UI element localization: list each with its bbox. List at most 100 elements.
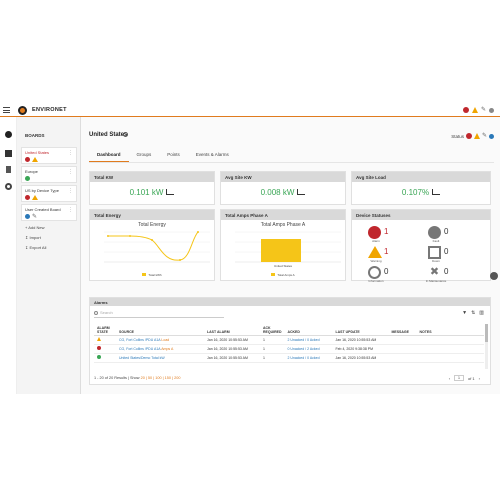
alarm-icon xyxy=(25,195,30,200)
sort-icon[interactable]: ⇅ xyxy=(471,310,475,316)
source-tag: Amps A xyxy=(161,346,174,351)
board-europe[interactable]: Europe ⋮ xyxy=(21,166,77,183)
page-size-options[interactable]: 20 | 50 | 100 | 150 | 200 xyxy=(141,376,181,380)
kpi-value-text: 0.008 kW xyxy=(260,188,295,197)
columns-icon[interactable]: ▥ xyxy=(479,310,484,316)
col-alarm-state[interactable]: ALARM STATE xyxy=(94,322,116,336)
more-icon[interactable]: ⋮ xyxy=(68,151,73,156)
more-icon[interactable]: ⋮ xyxy=(68,189,73,194)
fault-icon xyxy=(428,226,441,239)
settings-nav-icon[interactable] xyxy=(5,183,12,190)
ack-required-cell: 1 xyxy=(260,344,285,354)
next-page-icon[interactable]: › xyxy=(479,376,480,381)
notes-cell xyxy=(416,353,484,363)
col-acked[interactable]: ACKED xyxy=(284,322,333,336)
alarms-search-input[interactable]: Search xyxy=(94,310,224,318)
table-row[interactable]: United States/Demo Total kW Jan 16, 2020… xyxy=(94,353,484,363)
trend-icon xyxy=(166,189,175,195)
col-ack-required[interactable]: ACK REQUIRED xyxy=(260,322,285,336)
status-count: 0 xyxy=(444,227,449,236)
alarms-toolbar: ▼ ⇅ ▥ xyxy=(462,310,484,316)
message-cell xyxy=(388,353,417,363)
alarm-icon[interactable] xyxy=(462,107,469,113)
board-label: Europe xyxy=(25,169,38,174)
status-label: Information xyxy=(368,279,384,283)
boards-title: BOARDS xyxy=(25,133,45,138)
board-user-created[interactable]: User Created Board ⋮ ✎ xyxy=(21,204,77,221)
energy-line-chart xyxy=(104,231,210,263)
more-icon[interactable]: ⋮ xyxy=(68,208,73,213)
warning-icon[interactable] xyxy=(471,107,478,113)
ack-required-cell: 1 xyxy=(260,353,285,363)
info-icon[interactable] xyxy=(123,132,128,137)
message-cell xyxy=(388,344,417,354)
tools-icon[interactable]: ✎ xyxy=(481,107,486,113)
page-title: United States xyxy=(89,132,128,138)
col-notes[interactable]: NOTES xyxy=(416,322,484,336)
total-energy-card: Total Energy Total Energy Total kWh xyxy=(89,209,215,281)
card-header: Avg Site Load xyxy=(352,172,490,182)
col-source[interactable]: SOURCE xyxy=(116,322,204,336)
card-header: Total Amps Phase A xyxy=(221,210,345,220)
board-label: United States xyxy=(25,150,50,155)
import-button[interactable]: ↥ Import xyxy=(25,235,41,240)
legend-label: Total kWh xyxy=(148,273,162,277)
ok-icon xyxy=(25,176,30,181)
alarms-table: ALARM STATE SOURCE LAST ALARM ACK REQUIR… xyxy=(94,322,484,363)
last-alarm-cell: Jan 16, 2020 10:55:53 AM xyxy=(204,335,260,345)
add-new-button[interactable]: + Add New xyxy=(25,225,44,230)
message-cell xyxy=(388,335,417,345)
source-link[interactable]: CG, Fort Collins /PDU A1A xyxy=(119,338,160,342)
acked-cell[interactable]: 2 Unacked / 0 Acked xyxy=(284,353,333,363)
user-icon[interactable] xyxy=(489,107,494,113)
prev-page-icon[interactable]: ‹ xyxy=(449,376,450,381)
alarm-icon xyxy=(368,226,381,239)
link-icon xyxy=(25,214,30,219)
card-header: Total Energy xyxy=(90,210,214,220)
nav-rail xyxy=(0,117,17,394)
status-indicator: Status ✎ xyxy=(451,133,494,139)
kpi-value: 0.107% xyxy=(352,188,490,197)
devices-nav-icon[interactable] xyxy=(6,166,11,173)
filter-icon[interactable]: ▼ xyxy=(462,310,467,316)
col-last-update[interactable]: LAST UPDATE xyxy=(332,322,389,336)
col-last-alarm[interactable]: LAST ALARM xyxy=(204,322,260,336)
board-united-states[interactable]: United States ⋮ xyxy=(21,147,77,164)
reports-nav-icon[interactable] xyxy=(5,150,12,157)
card-header: Total KW xyxy=(90,172,214,182)
ok-icon xyxy=(97,355,101,359)
last-update-cell: Feb 4, 2020 9:38:38 PM xyxy=(332,344,389,354)
search-placeholder: Search xyxy=(100,310,113,315)
more-icon[interactable]: ⋮ xyxy=(68,170,73,175)
source-link[interactable]: United States/Demo Total kW xyxy=(119,356,165,360)
acked-cell[interactable]: 2 Unacked / 0 Acked xyxy=(284,335,333,345)
card-header: Avg Site KW xyxy=(221,172,345,182)
settings-gear-icon[interactable] xyxy=(490,272,498,280)
source-link[interactable]: CG, Fort Collins /PDU A1A xyxy=(119,347,160,351)
alarm-state-cell xyxy=(94,335,116,345)
page-number-input[interactable]: 1 xyxy=(454,375,464,381)
app-window: ENVIRONET ✎ BOARDS United States ⋮ Europ… xyxy=(0,104,500,394)
top-status-icons: ✎ xyxy=(462,107,494,113)
col-message[interactable]: MESSAGE xyxy=(388,322,417,336)
brand-logo xyxy=(18,106,27,115)
kpi-value-text: 0.101 kW xyxy=(129,188,164,197)
card-header: Device Statuses xyxy=(352,210,490,220)
ack-required-cell: 1 xyxy=(260,335,285,345)
acked-cell[interactable]: 0 Unacked / 2 Acked xyxy=(284,344,333,354)
menu-icon[interactable] xyxy=(3,107,10,113)
legend-swatch xyxy=(142,273,147,276)
status-count: 1 xyxy=(384,227,389,236)
tab-divider xyxy=(89,162,494,163)
device-status-grid: 1 Alarm 0 Fault 1 Warning 0 Down 0 Infor… xyxy=(352,220,490,283)
table-header-row: ALARM STATE SOURCE LAST ALARM ACK REQUIR… xyxy=(94,322,484,336)
boards-nav-icon[interactable] xyxy=(5,131,12,138)
board-us-by-device-type[interactable]: US by Device Type ⋮ xyxy=(21,185,77,202)
table-row[interactable]: CG, Fort Collins /PDU A1A Amps A Jan 16,… xyxy=(94,344,484,354)
link-icon xyxy=(489,133,494,139)
table-scrollbar[interactable] xyxy=(485,324,488,369)
export-all-button[interactable]: ↧ Export All xyxy=(25,245,46,250)
status-count: 0 xyxy=(444,247,449,256)
alarm-icon xyxy=(25,157,30,162)
table-row[interactable]: CG, Fort Collins /PDU A1A Load Jan 16, 2… xyxy=(94,335,484,345)
